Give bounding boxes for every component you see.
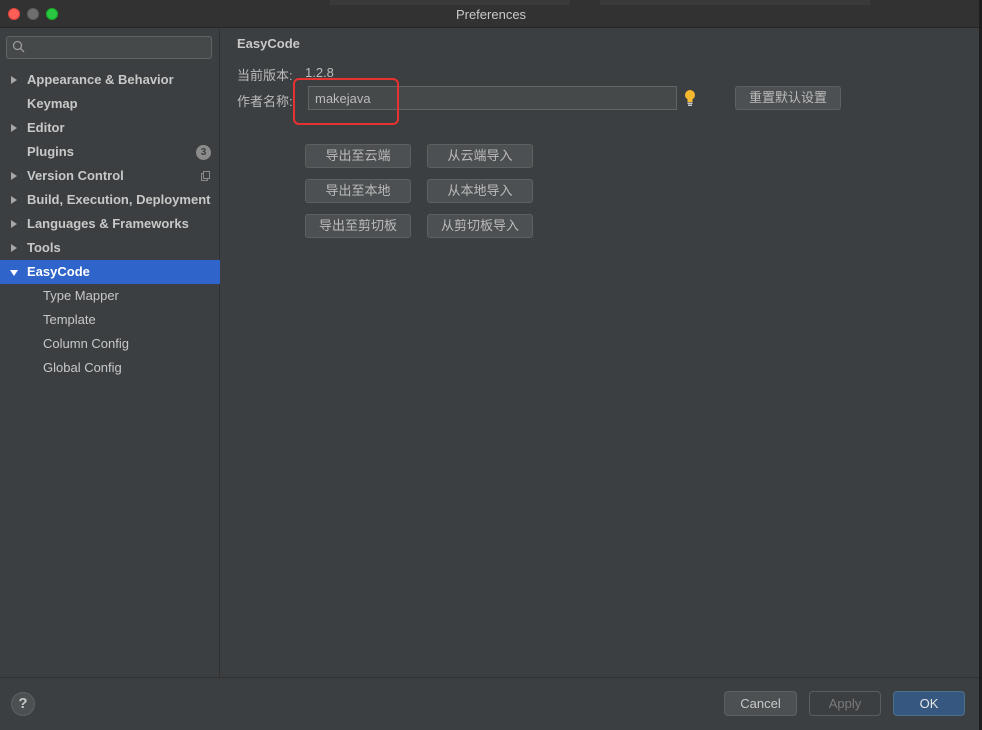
tree-item-label: Template	[43, 312, 96, 327]
tree-item-global-config[interactable]: Global Config	[0, 356, 220, 380]
chevron-right-icon[interactable]	[11, 244, 17, 252]
background-window-strip-2	[600, 0, 870, 5]
tree-item-easycode[interactable]: EasyCode	[0, 260, 220, 284]
tree-item-label: Plugins	[27, 144, 74, 159]
easycode-settings-panel: EasyCode 当前版本: 1.2.8 作者名称: 重置默认设置 导出至云端 …	[221, 29, 979, 677]
reset-defaults-button[interactable]: 重置默认设置	[735, 86, 841, 110]
window-title: Preferences	[455, 7, 527, 22]
chevron-right-icon[interactable]	[11, 76, 17, 84]
chevron-down-icon[interactable]	[10, 270, 18, 276]
export-to-cloud-button[interactable]: 导出至云端	[305, 144, 411, 168]
settings-tree: Appearance & Behavior Keymap Editor Plug…	[0, 68, 220, 380]
chevron-right-icon[interactable]	[11, 220, 17, 228]
chevron-right-icon[interactable]	[11, 196, 17, 204]
tree-item-languages-frameworks[interactable]: Languages & Frameworks	[0, 212, 220, 236]
tree-item-type-mapper[interactable]: Type Mapper	[0, 284, 220, 308]
tree-item-label: Global Config	[43, 360, 122, 375]
tree-item-label: Tools	[27, 240, 61, 255]
tree-item-plugins[interactable]: Plugins 3	[0, 140, 220, 164]
title-bar: Preferences	[0, 0, 982, 28]
tree-item-label: Column Config	[43, 336, 129, 351]
tree-item-label: Keymap	[27, 96, 78, 111]
tree-item-label: Type Mapper	[43, 288, 119, 303]
search-icon	[12, 40, 25, 53]
tree-item-template[interactable]: Template	[0, 308, 220, 332]
export-to-clipboard-button[interactable]: 导出至剪切板	[305, 214, 411, 238]
settings-sidebar: Appearance & Behavior Keymap Editor Plug…	[0, 29, 220, 677]
tree-item-version-control[interactable]: Version Control	[0, 164, 220, 188]
tree-item-label: Editor	[27, 120, 65, 135]
tree-item-appearance-behavior[interactable]: Appearance & Behavior	[0, 68, 220, 92]
version-label: 当前版本:	[237, 68, 293, 83]
plugins-update-badge: 3	[196, 145, 211, 160]
tree-item-build-execution-deployment[interactable]: Build, Execution, Deployment	[0, 188, 220, 212]
tree-item-editor[interactable]: Editor	[0, 116, 220, 140]
ok-button[interactable]: OK	[893, 691, 965, 716]
tree-item-label: Build, Execution, Deployment	[27, 192, 211, 207]
page-title: EasyCode	[237, 36, 300, 51]
import-from-clipboard-button[interactable]: 从剪切板导入	[427, 214, 533, 238]
import-from-cloud-button[interactable]: 从云端导入	[427, 144, 533, 168]
apply-button[interactable]: Apply	[809, 691, 881, 716]
tree-item-tools[interactable]: Tools	[0, 236, 220, 260]
tree-item-label: EasyCode	[27, 264, 90, 279]
help-button[interactable]: ?	[11, 692, 35, 716]
dialog-footer: ? Cancel Apply OK	[0, 677, 982, 730]
author-label: 作者名称:	[237, 94, 293, 109]
tree-item-column-config[interactable]: Column Config	[0, 332, 220, 356]
annotation-highlight-box	[293, 78, 399, 125]
import-from-local-button[interactable]: 从本地导入	[427, 179, 533, 203]
settings-search-input[interactable]	[6, 36, 212, 59]
tree-item-label: Languages & Frameworks	[27, 216, 189, 231]
preferences-window: Preferences Appearance & Behavior Keymap…	[0, 0, 982, 730]
cancel-button[interactable]: Cancel	[724, 691, 797, 716]
export-to-local-button[interactable]: 导出至本地	[305, 179, 411, 203]
tree-item-keymap[interactable]: Keymap	[0, 92, 220, 116]
tree-item-label: Version Control	[27, 168, 124, 183]
project-settings-icon	[201, 171, 210, 181]
chevron-right-icon[interactable]	[11, 172, 17, 180]
lightbulb-icon[interactable]	[684, 89, 696, 107]
chevron-right-icon[interactable]	[11, 124, 17, 132]
tree-item-label: Appearance & Behavior	[27, 72, 174, 87]
background-window-strip	[330, 0, 570, 5]
